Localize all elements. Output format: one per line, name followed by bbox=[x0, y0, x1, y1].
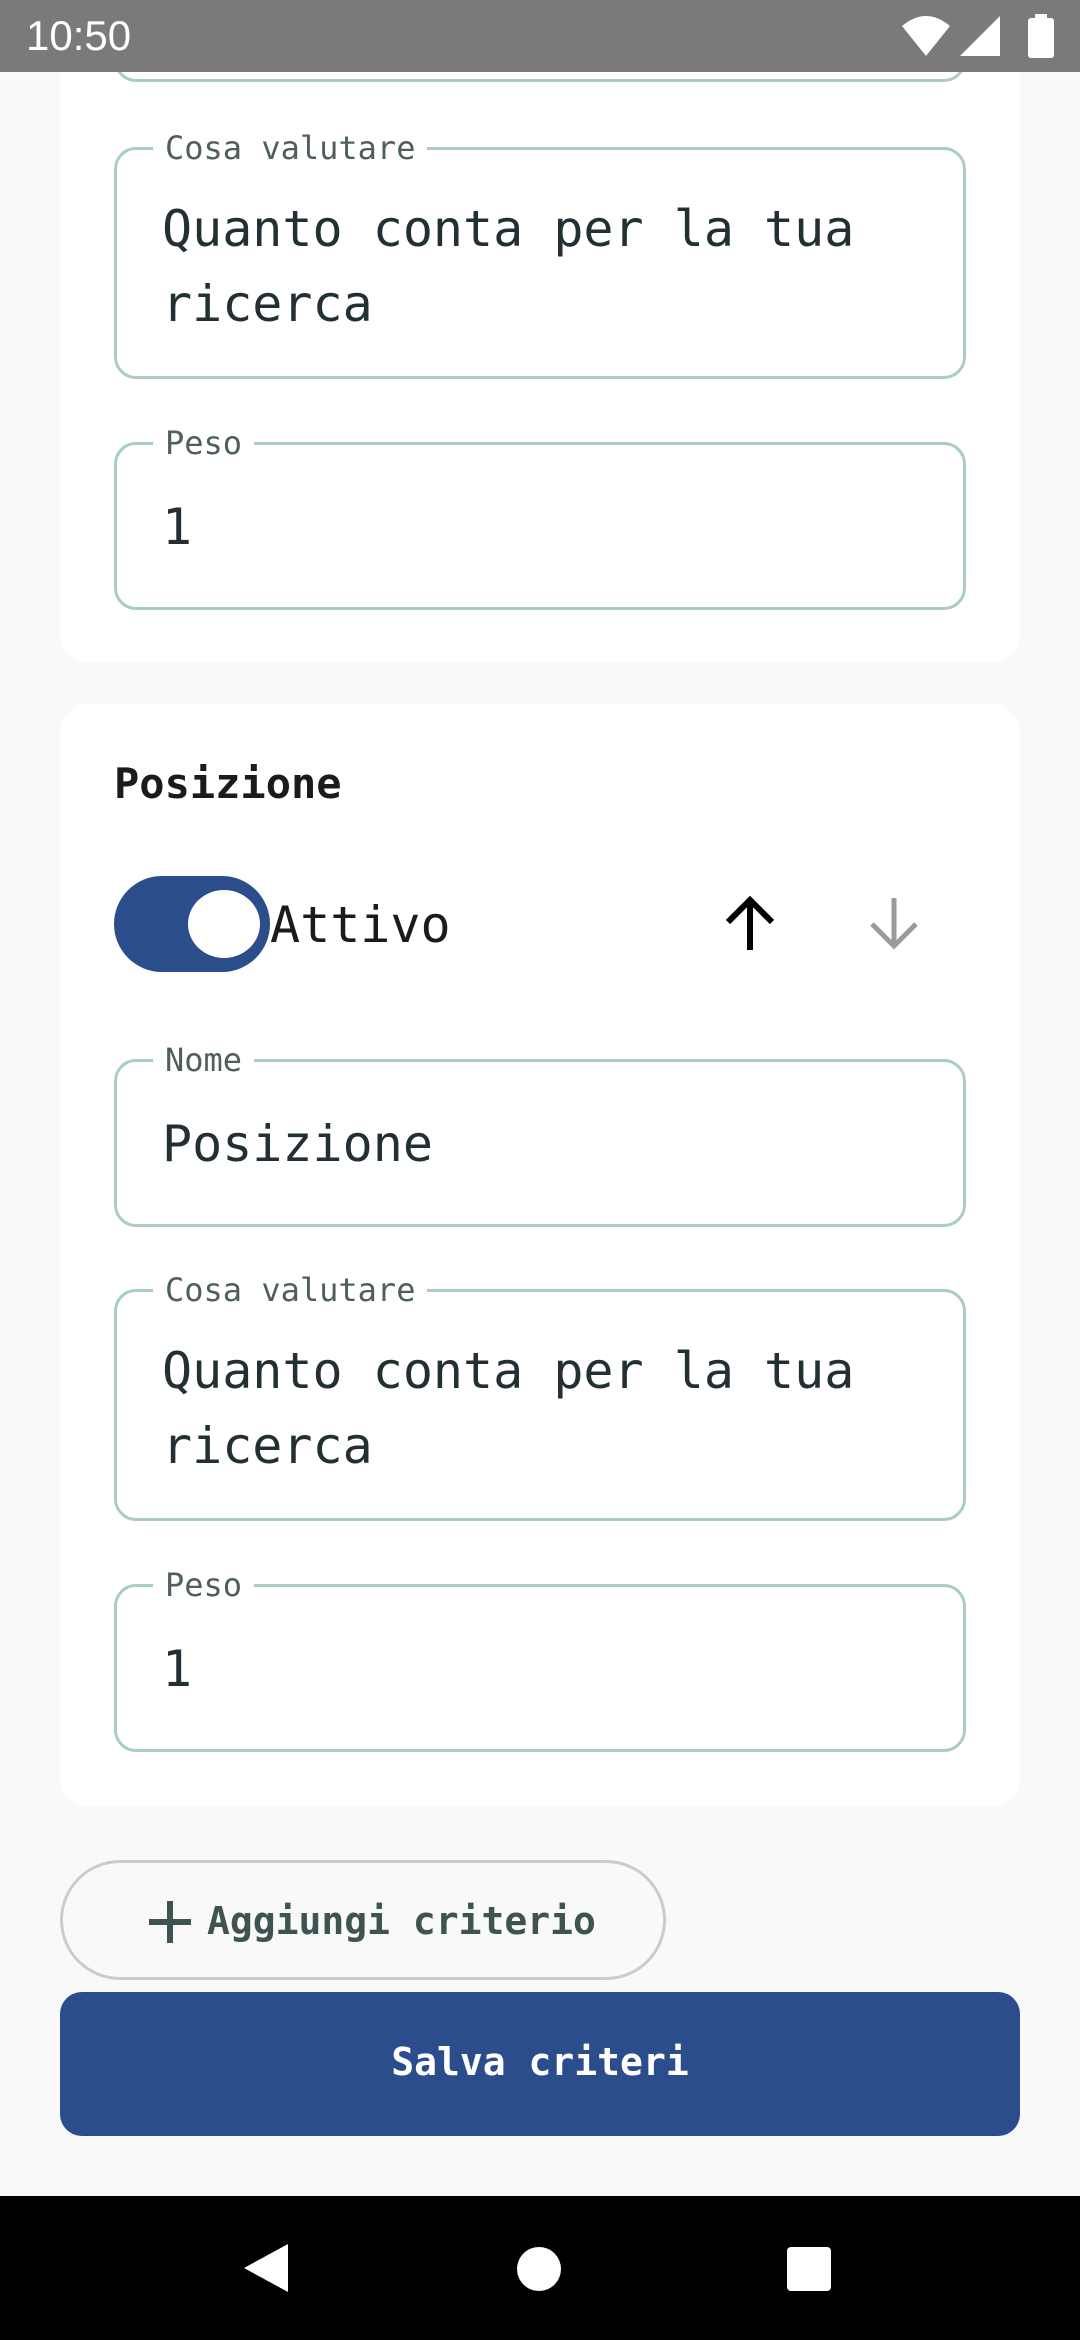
field-label: Peso bbox=[153, 426, 255, 460]
field-value: Posizione bbox=[162, 1115, 433, 1173]
cosa-valutare-field[interactable]: Cosa valutare Quanto conta per la tua ri… bbox=[114, 131, 966, 379]
field-value-line: ricerca bbox=[162, 1417, 373, 1475]
status-bar: 10:50 bbox=[0, 0, 1080, 72]
nome-field[interactable]: Nome Posizione bbox=[114, 1043, 966, 1227]
field-value-line: ricerca bbox=[162, 275, 373, 333]
peso-field[interactable]: Peso 1 bbox=[114, 1568, 966, 1752]
wifi-icon bbox=[902, 16, 950, 56]
criterion-card: Cosa valutare Quanto conta per la tua ri… bbox=[60, 72, 1020, 662]
arrow-down-icon[interactable] bbox=[854, 884, 934, 964]
add-criterion-button[interactable]: Aggiungi criterio bbox=[60, 1860, 666, 1980]
field-label: Nome bbox=[153, 1043, 255, 1077]
field-value-line: Quanto conta per la tua bbox=[162, 1342, 855, 1400]
cosa-valutare-field[interactable]: Cosa valutare Quanto conta per la tua ri… bbox=[114, 1273, 966, 1521]
field-value-line: Quanto conta per la tua bbox=[162, 200, 855, 258]
recents-icon[interactable] bbox=[786, 2246, 832, 2292]
peso-field[interactable]: Peso 1 bbox=[114, 426, 966, 610]
home-icon[interactable] bbox=[516, 2246, 562, 2292]
navigation-bar bbox=[0, 2196, 1080, 2340]
field-label: Peso bbox=[153, 1568, 255, 1602]
add-criterion-label: Aggiungi criterio bbox=[207, 1899, 596, 1943]
nome-field[interactable] bbox=[114, 72, 966, 82]
field-label: Cosa valutare bbox=[153, 1273, 428, 1307]
card-title: Posizione bbox=[114, 759, 342, 808]
toggle-label: Attivo bbox=[270, 896, 451, 954]
criteria-list[interactable]: Cosa valutare Quanto conta per la tua ri… bbox=[0, 72, 1080, 2196]
field-value: 1 bbox=[162, 498, 193, 556]
active-toggle[interactable] bbox=[114, 876, 270, 972]
toggle-knob bbox=[188, 890, 260, 958]
arrow-up-icon[interactable] bbox=[710, 884, 790, 964]
save-criteria-button[interactable]: Salva criteri bbox=[60, 1992, 1020, 2136]
plus-icon bbox=[149, 1901, 191, 1943]
criterion-card-posizione: Posizione Attivo Nome Posizione Cosa val… bbox=[60, 704, 1020, 1806]
field-label: Cosa valutare bbox=[153, 131, 428, 165]
status-time: 10:50 bbox=[26, 12, 132, 59]
battery-icon bbox=[1028, 14, 1054, 58]
back-icon[interactable] bbox=[238, 2240, 294, 2296]
save-criteria-label: Salva criteri bbox=[391, 2040, 689, 2084]
signal-icon bbox=[960, 16, 1000, 56]
field-value: 1 bbox=[162, 1640, 193, 1698]
